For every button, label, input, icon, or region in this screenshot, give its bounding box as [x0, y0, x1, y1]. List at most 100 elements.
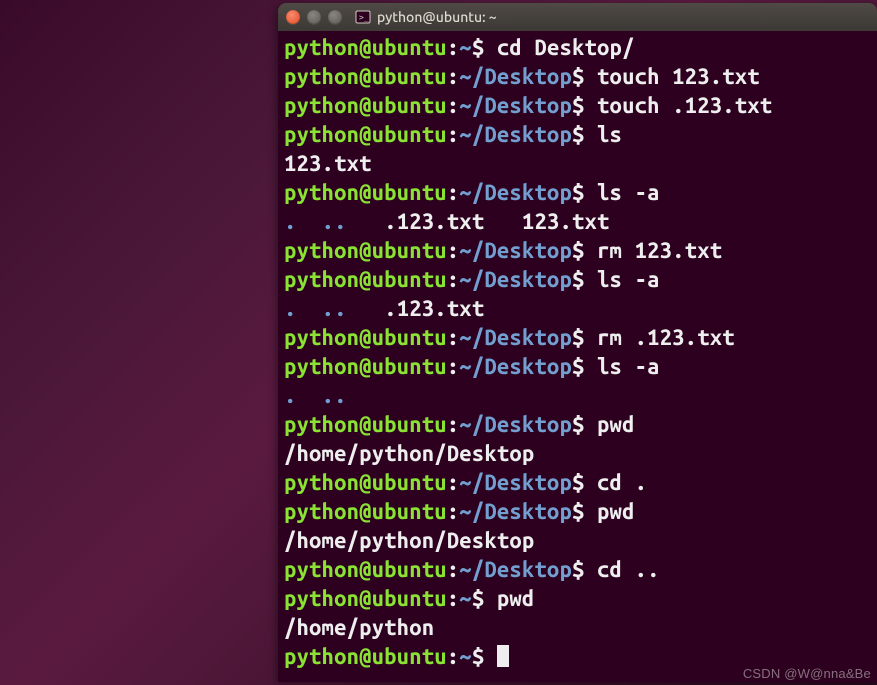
command-text: ls -a: [597, 180, 660, 205]
prompt-path: ~/Desktop: [459, 557, 572, 582]
dir-entry: ..: [322, 296, 347, 321]
prompt-path: ~: [459, 644, 472, 669]
terminal-line: python@ubuntu:~/Desktop$ ls: [284, 120, 871, 149]
terminal-line: python@ubuntu:~/Desktop$ pwd: [284, 410, 871, 439]
prompt-path: ~/Desktop: [459, 238, 572, 263]
prompt-sep: :: [447, 180, 460, 205]
command-text: rm 123.txt: [597, 238, 722, 263]
terminal-line: python@ubuntu:~/Desktop$ cd .: [284, 468, 871, 497]
terminal-line: python@ubuntu:~/Desktop$ cd ..: [284, 555, 871, 584]
terminal-line: python@ubuntu:~$ pwd: [284, 584, 871, 613]
prompt-userhost: python@ubuntu: [284, 557, 447, 582]
prompt-userhost: python@ubuntu: [284, 35, 447, 60]
command-text: ls -a: [597, 267, 660, 292]
terminal-output: /home/python/Desktop: [284, 439, 871, 468]
prompt-sep: :: [447, 325, 460, 350]
prompt-sigil: $: [472, 35, 497, 60]
prompt-userhost: python@ubuntu: [284, 644, 447, 669]
terminal-line: python@ubuntu:~/Desktop$ touch .123.txt: [284, 91, 871, 120]
terminal-output: . ..: [284, 381, 871, 410]
prompt-sigil: $: [572, 93, 597, 118]
minimize-icon[interactable]: [307, 10, 321, 24]
close-icon[interactable]: [286, 10, 300, 24]
prompt-sigil: $: [572, 354, 597, 379]
window-title: python@ubuntu: ~: [377, 9, 497, 25]
terminal-output: 123.txt: [284, 149, 871, 178]
terminal-output: /home/python/Desktop: [284, 526, 871, 555]
prompt-userhost: python@ubuntu: [284, 267, 447, 292]
prompt-userhost: python@ubuntu: [284, 586, 447, 611]
prompt-sep: :: [447, 354, 460, 379]
prompt-path: ~/Desktop: [459, 122, 572, 147]
prompt-sep: :: [447, 412, 460, 437]
file-entry: .123.txt: [384, 209, 484, 234]
command-text: ls: [597, 122, 622, 147]
prompt-sep: :: [447, 557, 460, 582]
terminal-app-icon: >_: [355, 9, 371, 25]
terminal-line: python@ubuntu:~/Desktop$ rm .123.txt: [284, 323, 871, 352]
command-text: pwd: [597, 499, 635, 524]
terminal-output: . .. .123.txt 123.txt: [284, 207, 871, 236]
dir-entry: .: [284, 209, 297, 234]
prompt-sep: :: [447, 35, 460, 60]
command-text: ls -a: [597, 354, 660, 379]
prompt-userhost: python@ubuntu: [284, 93, 447, 118]
file-entry: .123.txt: [384, 296, 484, 321]
prompt-path: ~/Desktop: [459, 180, 572, 205]
prompt-sep: :: [447, 64, 460, 89]
prompt-userhost: python@ubuntu: [284, 325, 447, 350]
prompt-sep: :: [447, 93, 460, 118]
titlebar[interactable]: >_ python@ubuntu: ~: [278, 3, 877, 31]
command-text: pwd: [597, 412, 635, 437]
prompt-sigil: $: [472, 644, 497, 669]
watermark: CSDN @W@nna&Be: [743, 666, 871, 681]
command-text: rm .123.txt: [597, 325, 735, 350]
prompt-userhost: python@ubuntu: [284, 238, 447, 263]
prompt-sigil: $: [572, 470, 597, 495]
cursor: [497, 645, 509, 667]
prompt-sigil: $: [572, 122, 597, 147]
terminal-body[interactable]: python@ubuntu:~$ cd Desktop/python@ubunt…: [278, 31, 877, 677]
prompt-path: ~/Desktop: [459, 412, 572, 437]
prompt-path: ~: [459, 586, 472, 611]
prompt-sigil: $: [572, 64, 597, 89]
terminal-line: python@ubuntu:~/Desktop$ touch 123.txt: [284, 62, 871, 91]
prompt-sep: :: [447, 586, 460, 611]
prompt-sep: :: [447, 499, 460, 524]
prompt-userhost: python@ubuntu: [284, 499, 447, 524]
prompt-sigil: $: [572, 267, 597, 292]
command-text: touch 123.txt: [597, 64, 760, 89]
prompt-userhost: python@ubuntu: [284, 470, 447, 495]
terminal-output: /home/python: [284, 613, 871, 642]
terminal-line: python@ubuntu:~/Desktop$ rm 123.txt: [284, 236, 871, 265]
terminal-line: python@ubuntu:~$ cd Desktop/: [284, 33, 871, 62]
prompt-userhost: python@ubuntu: [284, 122, 447, 147]
dir-entry: .: [284, 296, 297, 321]
prompt-sigil: $: [572, 412, 597, 437]
prompt-path: ~/Desktop: [459, 354, 572, 379]
prompt-sigil: $: [572, 238, 597, 263]
dir-entry: .: [284, 383, 297, 408]
prompt-path: ~/Desktop: [459, 499, 572, 524]
prompt-sigil: $: [572, 180, 597, 205]
prompt-sigil: $: [572, 499, 597, 524]
prompt-userhost: python@ubuntu: [284, 64, 447, 89]
prompt-sep: :: [447, 122, 460, 147]
terminal-window[interactable]: >_ python@ubuntu: ~ python@ubuntu:~$ cd …: [278, 3, 877, 682]
file-entry: 123.txt: [522, 209, 610, 234]
command-text: touch .123.txt: [597, 93, 772, 118]
prompt-path: ~/Desktop: [459, 93, 572, 118]
screen: >_ python@ubuntu: ~ python@ubuntu:~$ cd …: [0, 0, 877, 685]
command-text: cd .: [597, 470, 647, 495]
maximize-icon[interactable]: [328, 10, 342, 24]
prompt-sigil: $: [472, 586, 497, 611]
prompt-userhost: python@ubuntu: [284, 412, 447, 437]
prompt-path: ~/Desktop: [459, 470, 572, 495]
prompt-sigil: $: [572, 325, 597, 350]
prompt-sep: :: [447, 644, 460, 669]
prompt-path: ~: [459, 35, 472, 60]
terminal-output: . .. .123.txt: [284, 294, 871, 323]
terminal-line: python@ubuntu:~/Desktop$ ls -a: [284, 265, 871, 294]
prompt-sep: :: [447, 238, 460, 263]
prompt-sep: :: [447, 267, 460, 292]
